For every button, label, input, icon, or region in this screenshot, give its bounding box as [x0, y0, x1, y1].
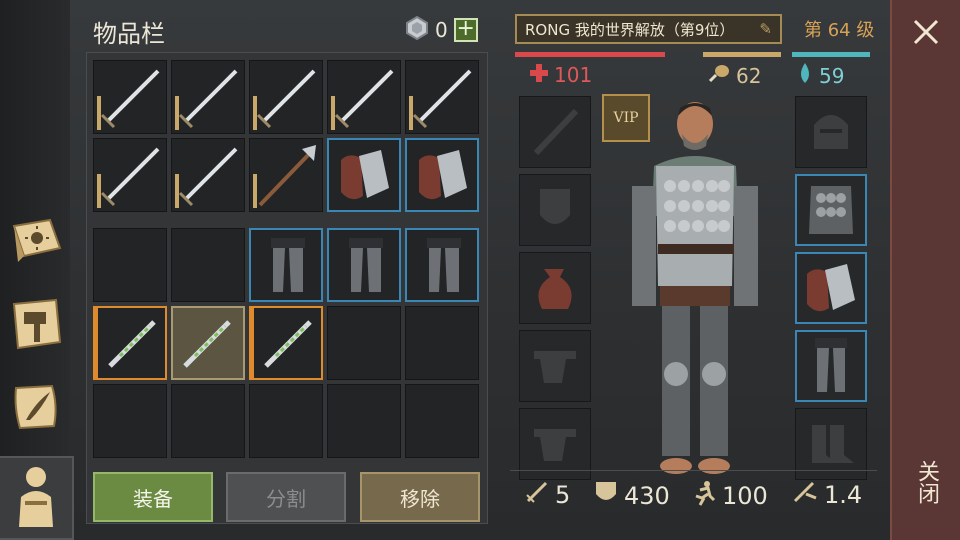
water-drop-icon: [797, 63, 813, 88]
weight-stat: 1.4: [792, 480, 862, 510]
shield-slot[interactable]: [519, 174, 591, 246]
close-icon[interactable]: [912, 18, 940, 50]
character-name: RONG 我的世界解放（第9位）: [525, 20, 735, 39]
inventory-slot[interactable]: [171, 138, 245, 212]
inventory-slot-empty[interactable]: [93, 384, 167, 458]
food-bar: [703, 52, 781, 57]
armor-value: 430: [624, 482, 670, 510]
tab-journal[interactable]: [6, 214, 68, 276]
close-panel[interactable]: 关闭: [890, 0, 960, 540]
sword-silhouette-icon: [520, 108, 590, 171]
inventory-slot[interactable]: [405, 60, 479, 134]
food-stat: 62: [708, 63, 761, 88]
hands-slot[interactable]: [795, 252, 867, 324]
inventory-slot[interactable]: [249, 306, 323, 380]
water-stat: 59: [797, 63, 844, 88]
pouch-icon: [520, 269, 590, 327]
inventory-slot[interactable]: [327, 60, 401, 134]
scroll-quill-icon: [10, 380, 64, 438]
inventory-slot-empty[interactable]: [327, 306, 401, 380]
character-model: [620, 96, 770, 480]
health-stat: 101: [530, 63, 592, 87]
weapon-slot[interactable]: [519, 96, 591, 168]
chest-slot[interactable]: [795, 174, 867, 246]
equip-button[interactable]: 装备: [93, 472, 213, 522]
inventory-slot[interactable]: [93, 60, 167, 134]
tab-character[interactable]: [0, 456, 74, 540]
character-name-box[interactable]: RONG 我的世界解放（第9位） ✎: [515, 14, 782, 44]
inventory-grid-bottom: [93, 228, 479, 458]
inventory-slot[interactable]: [327, 228, 401, 302]
weight-value: 1.4: [824, 481, 863, 509]
side-tab-rail: [0, 0, 74, 540]
helmet-slot[interactable]: [795, 96, 867, 168]
inventory-slot-empty[interactable]: [93, 228, 167, 302]
helmet-silhouette-icon: [796, 115, 866, 171]
inventory-title: 物品栏: [93, 20, 165, 48]
belt-slot[interactable]: [519, 330, 591, 402]
inventory-slot-empty[interactable]: [405, 384, 479, 458]
tab-crafting[interactable]: [6, 296, 68, 358]
inventory-slot[interactable]: [93, 138, 167, 212]
water-value: 59: [819, 63, 845, 88]
speed-value: 100: [722, 482, 768, 510]
split-button[interactable]: 分割: [226, 472, 346, 522]
tab-quests[interactable]: [6, 378, 68, 440]
sun-book-icon: [10, 218, 64, 272]
bag-slot[interactable]: [519, 252, 591, 324]
character-level: 第 64 级: [804, 20, 875, 41]
drumstick-icon: [708, 63, 730, 88]
inventory-slot[interactable]: [93, 306, 167, 380]
water-bar: [792, 52, 870, 57]
inventory-slot[interactable]: [249, 138, 323, 212]
inventory-slot-empty[interactable]: [171, 384, 245, 458]
leg-armor-icon: [797, 338, 865, 404]
scale-armor-icon: [797, 186, 865, 248]
health-bar: [515, 52, 665, 57]
gauntlets-icon: [797, 264, 865, 326]
inventory-slot-empty[interactable]: [249, 384, 323, 458]
inventory-slot[interactable]: [405, 138, 479, 212]
inventory-slot[interactable]: [405, 228, 479, 302]
inventory-slot-empty[interactable]: [327, 384, 401, 458]
health-value: 101: [554, 63, 593, 87]
gem-icon: [405, 15, 429, 44]
belt-pouch-silhouette-icon: [520, 351, 590, 405]
health-cross-icon: [530, 63, 548, 87]
inventory-slot-empty[interactable]: [171, 228, 245, 302]
inventory-slot[interactable]: [327, 138, 401, 212]
gem-count: 0: [435, 18, 448, 42]
gem-counter: 0 +: [405, 15, 478, 44]
running-icon: [692, 480, 716, 512]
inventory-grid-top: [93, 60, 479, 212]
inventory-slot-selected[interactable]: [171, 306, 245, 380]
inventory-slot-empty[interactable]: [405, 306, 479, 380]
inventory-slot[interactable]: [171, 60, 245, 134]
inventory-slot[interactable]: [249, 228, 323, 302]
hammer-icon: [10, 298, 64, 356]
shield-silhouette-icon: [520, 189, 590, 249]
close-label[interactable]: 关闭: [910, 460, 942, 504]
remove-button[interactable]: 移除: [360, 472, 480, 522]
speed-stat: 100: [692, 480, 768, 512]
character-icon: [11, 461, 61, 535]
add-gems-button[interactable]: +: [453, 18, 478, 42]
food-value: 62: [736, 63, 762, 88]
inventory-slot[interactable]: [249, 60, 323, 134]
sword-stat-icon: [525, 480, 549, 510]
legs-slot[interactable]: [795, 330, 867, 402]
shield-stat-icon: [594, 480, 618, 512]
weight-stat-icon: [792, 480, 818, 510]
edit-quill-icon[interactable]: ✎: [759, 20, 772, 38]
attack-stat: 5: [525, 480, 570, 510]
attack-value: 5: [555, 481, 571, 509]
armor-stat: 430: [594, 480, 670, 512]
